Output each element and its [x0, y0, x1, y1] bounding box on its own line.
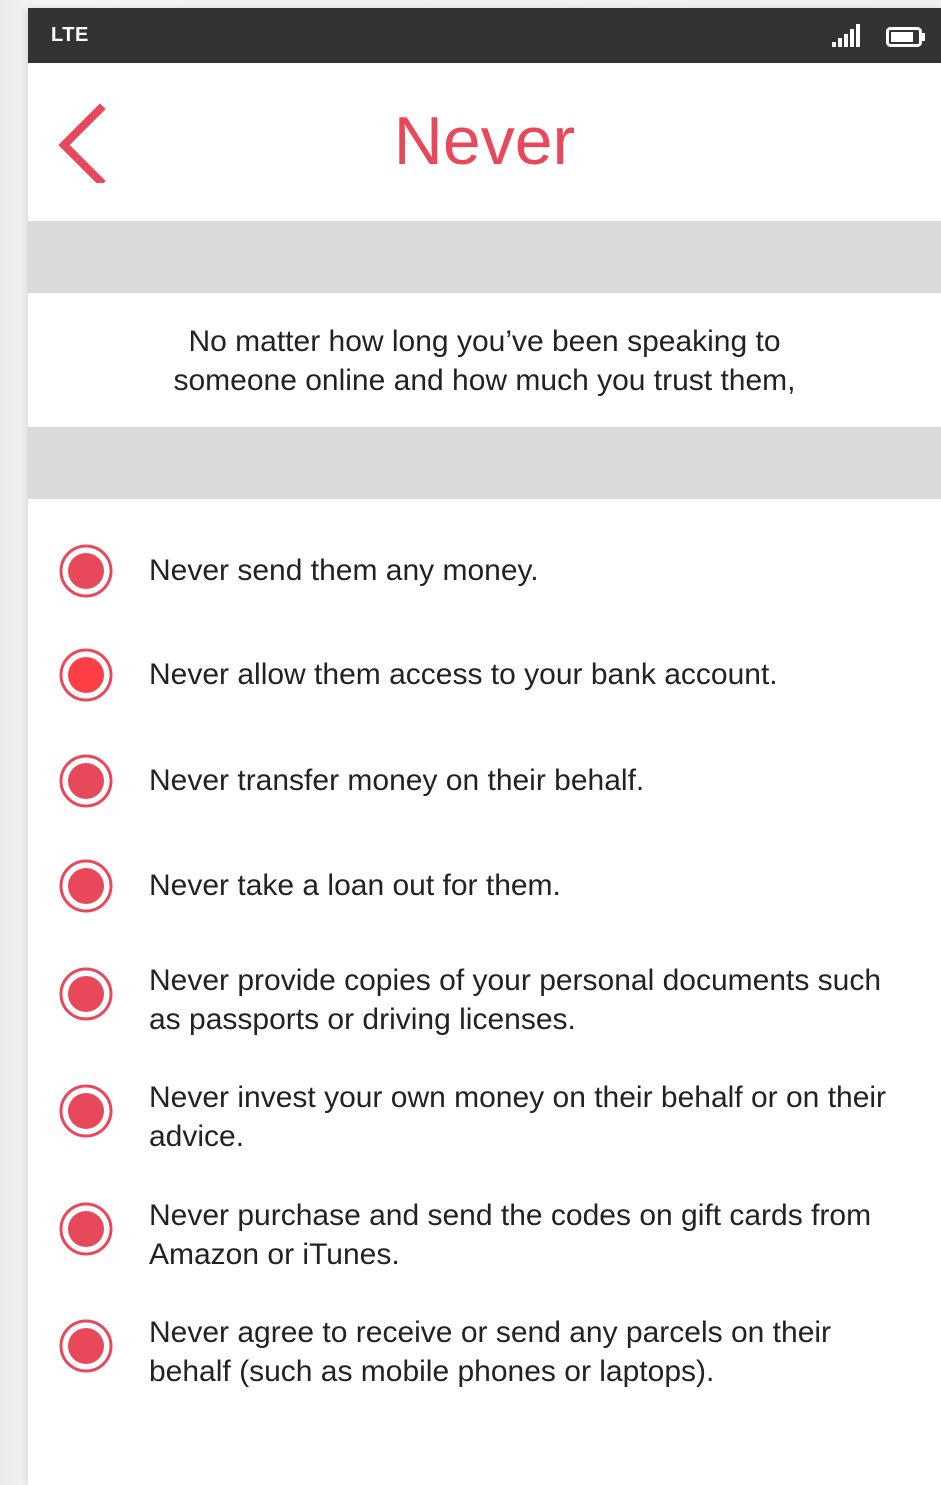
list-item-text: Never take a loan out for them.: [149, 869, 561, 902]
radio-dot-icon: [59, 1084, 113, 1138]
list-item-text: Never transfer money on their behalf.: [149, 764, 645, 797]
section-divider: [28, 427, 941, 499]
radio-dot-icon: [59, 967, 113, 1021]
radio-dot-icon: [59, 648, 113, 702]
list-item-text: Never allow them access to your bank acc…: [149, 658, 778, 691]
intro-paragraph: No matter how long you’ve been speaking …: [173, 325, 796, 397]
signal-bars-icon: [832, 24, 860, 47]
radio-dot-icon: [59, 1202, 113, 1256]
page-title: Never: [393, 103, 576, 179]
radio-dot-icon: [59, 859, 113, 913]
phone-screen: LTE Never No matter how long you’ve been…: [28, 8, 941, 1485]
list-item-text: Never provide copies of your personal do…: [149, 964, 882, 1036]
radio-dot-icon: [59, 754, 113, 808]
status-bar: LTE: [28, 8, 941, 63]
list-item-text: Never agree to receive or send any parce…: [149, 1316, 832, 1388]
section-divider: [28, 221, 941, 293]
list-item-text: Never invest your own money on their beh…: [149, 1081, 887, 1153]
list-item-text: Never purchase and send the codes on gif…: [149, 1199, 872, 1271]
network-label: LTE: [51, 24, 89, 46]
radio-dot-icon: [59, 1319, 113, 1373]
battery-icon: [886, 27, 925, 47]
radio-dot-icon: [59, 544, 113, 598]
intro-text: No matter how long you’ve been speaking …: [28, 322, 941, 400]
header: Never: [28, 63, 941, 221]
list-item-text: Never send them any money.: [149, 554, 539, 587]
